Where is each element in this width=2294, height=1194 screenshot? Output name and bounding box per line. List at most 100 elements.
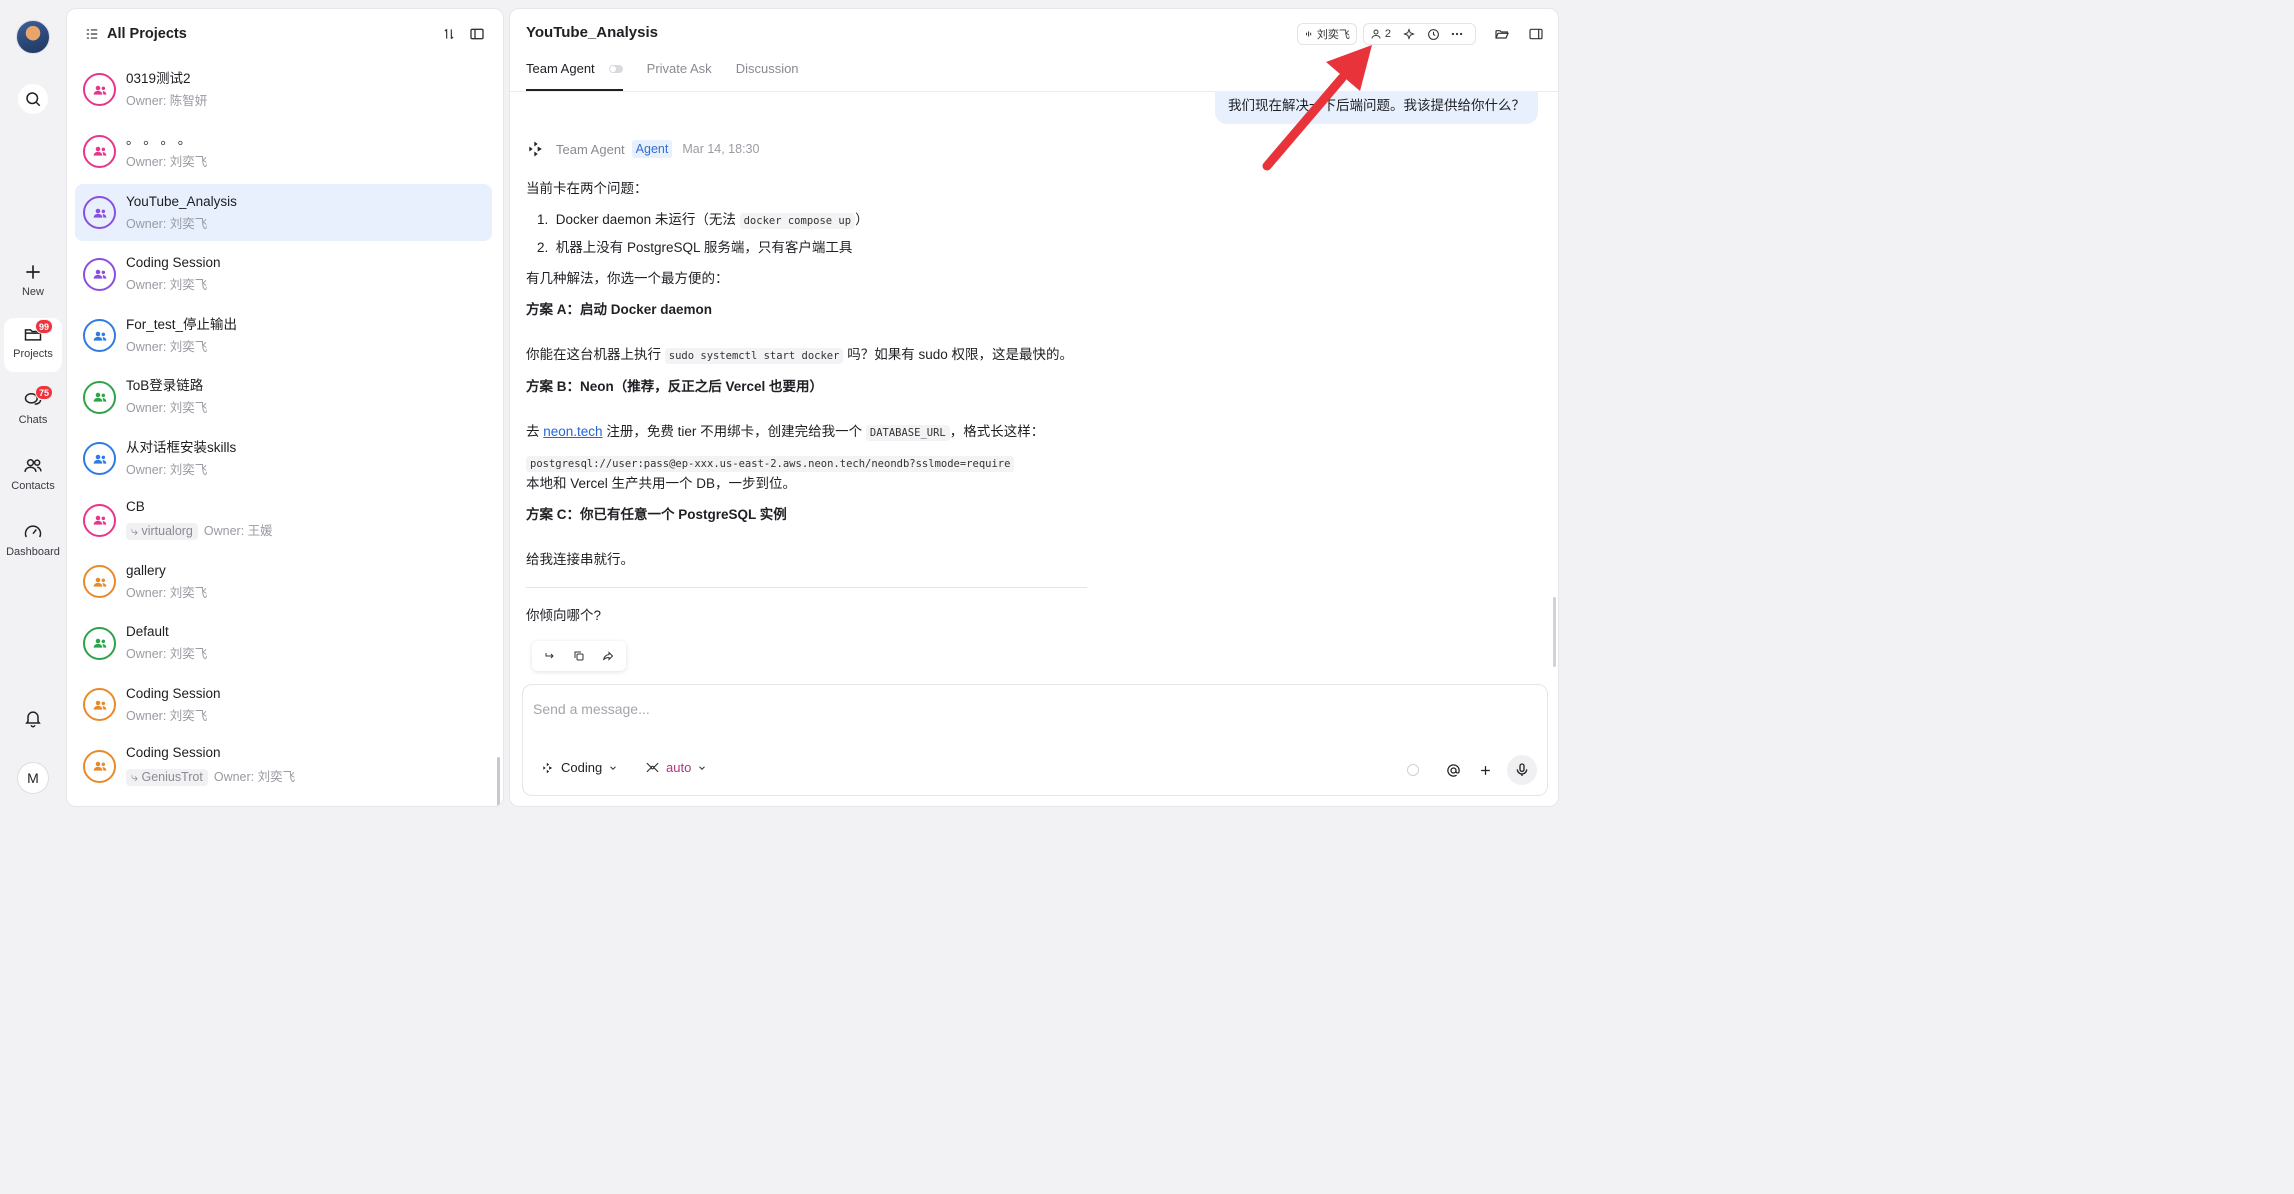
project-item[interactable]: 0319测试2 Owner: 陈智妍	[75, 61, 492, 118]
sparkle-button[interactable]	[1397, 23, 1421, 45]
project-group-icon	[83, 442, 116, 475]
mention-button[interactable]	[1439, 756, 1467, 784]
more-button[interactable]	[1445, 23, 1469, 45]
clock-icon	[1427, 28, 1439, 40]
rail-projects-label: Projects	[13, 348, 53, 360]
project-meta: ⤷ virtualorg Owner: 王媛	[126, 523, 273, 540]
inline-code: docker compose up	[739, 213, 856, 229]
plan-b-text: 去 neon.tech 注册，免费 tier 不用绑卡，创建完给我一个 DATA…	[526, 424, 1044, 441]
chat-scrollbar[interactable]	[1553, 597, 1556, 667]
group-icon	[93, 454, 106, 464]
project-item[interactable]: ToB登录链路 Owner: 刘奕飞	[75, 369, 492, 426]
project-item[interactable]: For_test_停止输出 Owner: 刘奕飞	[75, 307, 492, 364]
agent-message: Team Agent Agent Mar 14, 18:30 当前卡在两个问题：…	[526, 139, 1101, 671]
group-icon	[93, 392, 106, 402]
chevron-down-icon	[699, 765, 706, 770]
reply-button[interactable]	[538, 645, 562, 667]
model-select[interactable]: auto	[645, 760, 707, 775]
plan-c-text: 给我连接串就行。	[526, 552, 634, 567]
chat-title: YouTube_Analysis	[526, 24, 658, 41]
share-button[interactable]	[596, 645, 620, 667]
project-meta: Owner: 刘奕飞	[126, 279, 221, 292]
profile-button[interactable]: M	[17, 762, 49, 794]
project-item[interactable]: 从对话框安装skills Owner: 刘奕飞	[75, 430, 492, 487]
collapse-panel-button[interactable]	[467, 24, 487, 44]
project-item[interactable]: Coding Session Owner: 刘奕飞	[75, 246, 492, 303]
tab-team-agent[interactable]: Team Agent	[526, 61, 623, 91]
list-filter-icon[interactable]	[85, 27, 99, 41]
search-icon	[26, 92, 41, 107]
contacts-icon	[24, 459, 42, 472]
project-owner: Owner: 刘奕飞	[126, 401, 208, 416]
project-meta: Owner: 刘奕飞	[126, 710, 221, 723]
project-group-icon	[83, 749, 116, 783]
project-name: Coding Session	[126, 255, 221, 271]
list-number: 1.	[537, 212, 549, 227]
toggle-right-panel-button[interactable]	[1524, 23, 1548, 45]
rail-projects[interactable]: 99 Projects	[4, 318, 62, 372]
person-icon	[1371, 29, 1381, 39]
project-name: 从对话框安装skills	[126, 439, 237, 455]
composer-actions	[1407, 755, 1537, 785]
rail-new[interactable]: New	[4, 256, 62, 310]
rail-contacts[interactable]: Contacts	[4, 450, 62, 504]
history-button[interactable]	[1421, 23, 1445, 45]
neon-link[interactable]: neon.tech	[543, 424, 602, 439]
gauge-icon	[24, 525, 42, 538]
project-text: Default Owner: 刘奕飞	[126, 625, 207, 661]
agent-logo-icon	[529, 141, 542, 157]
project-item[interactable]: gallery Owner: 刘奕飞	[75, 553, 492, 610]
tab-discussion[interactable]: Discussion	[736, 61, 799, 91]
sort-icon	[444, 28, 454, 40]
project-group-icon	[83, 688, 116, 721]
search-button[interactable]	[18, 84, 48, 114]
open-folder-button[interactable]	[1490, 23, 1514, 45]
message-input[interactable]	[533, 701, 1353, 717]
mode-select[interactable]: Coding	[541, 760, 618, 775]
project-item[interactable]: 。 。 。 。 Owner: 刘奕飞	[75, 123, 492, 180]
project-owner: Owner: 刘奕飞	[126, 216, 208, 231]
voice-input-button[interactable]	[1507, 755, 1537, 785]
user-avatar[interactable]	[16, 20, 50, 54]
project-name: 。 。 。 。	[126, 132, 192, 148]
left-rail: New 99 Projects 75 Chats Contacts Dashbo…	[0, 0, 66, 816]
project-list-scrollbar[interactable]	[497, 757, 500, 806]
project-meta: Owner: 陈智妍	[126, 95, 207, 108]
list-item-1-text: Docker daemon 未运行（无法	[555, 212, 736, 227]
project-group-icon	[83, 503, 116, 537]
project-item[interactable]: CB ⤷ virtualorg Owner: 王媛	[75, 492, 492, 549]
project-list-header: All Projects	[67, 9, 503, 59]
project-text: YouTube_Analysis Owner: 刘奕飞	[126, 195, 237, 231]
microphone-icon	[1516, 763, 1528, 776]
sort-button[interactable]	[439, 24, 459, 44]
project-text: 从对话框安装skills Owner: 刘奕飞	[126, 441, 236, 477]
group-icon	[93, 331, 106, 341]
project-group-icon	[83, 626, 116, 660]
members-button[interactable]: 2	[1362, 23, 1476, 45]
heading-plan-a: 方案 A：启动 Docker daemon	[526, 302, 713, 317]
attach-button[interactable]	[1471, 756, 1499, 784]
project-text: ToB登录链路 Owner: 刘奕飞	[126, 379, 207, 415]
paragraph-2: 有几种解法，你选一个最方便的：	[526, 271, 729, 286]
project-item[interactable]: Coding Session ⤷ GeniusTrot Owner: 刘奕飞	[75, 738, 492, 795]
plus-icon	[1480, 765, 1490, 775]
user-pill[interactable]: 刘奕飞	[1296, 23, 1357, 45]
copy-button[interactable]	[567, 645, 591, 667]
chats-badge: 75	[35, 385, 54, 400]
notifications-button[interactable]	[18, 703, 48, 733]
project-item[interactable]: Default Owner: 刘奕飞	[75, 615, 492, 672]
group-icon	[93, 761, 106, 771]
rail-chats[interactable]: 75 Chats	[4, 384, 62, 438]
project-item[interactable]: Coding Session Owner: 刘奕飞	[75, 676, 492, 733]
right-panel-icon	[1529, 28, 1543, 40]
rail-dashboard[interactable]: Dashboard	[4, 516, 62, 570]
project-text: Coding Session Owner: 刘奕飞	[126, 256, 221, 292]
tab-private-ask[interactable]: Private Ask	[647, 61, 712, 91]
projects-badge: 99	[35, 319, 54, 334]
project-item[interactable]: YouTube_Analysis Owner: 刘奕飞	[75, 184, 492, 241]
project-meta: Owner: 刘奕飞	[126, 341, 237, 354]
project-text: 。 。 。 。 Owner: 刘奕飞	[126, 133, 207, 169]
team-agent-toggle[interactable]	[608, 65, 623, 73]
project-meta: Owner: 刘奕飞	[126, 464, 236, 477]
tab-discussion-label: Discussion	[735, 61, 799, 76]
